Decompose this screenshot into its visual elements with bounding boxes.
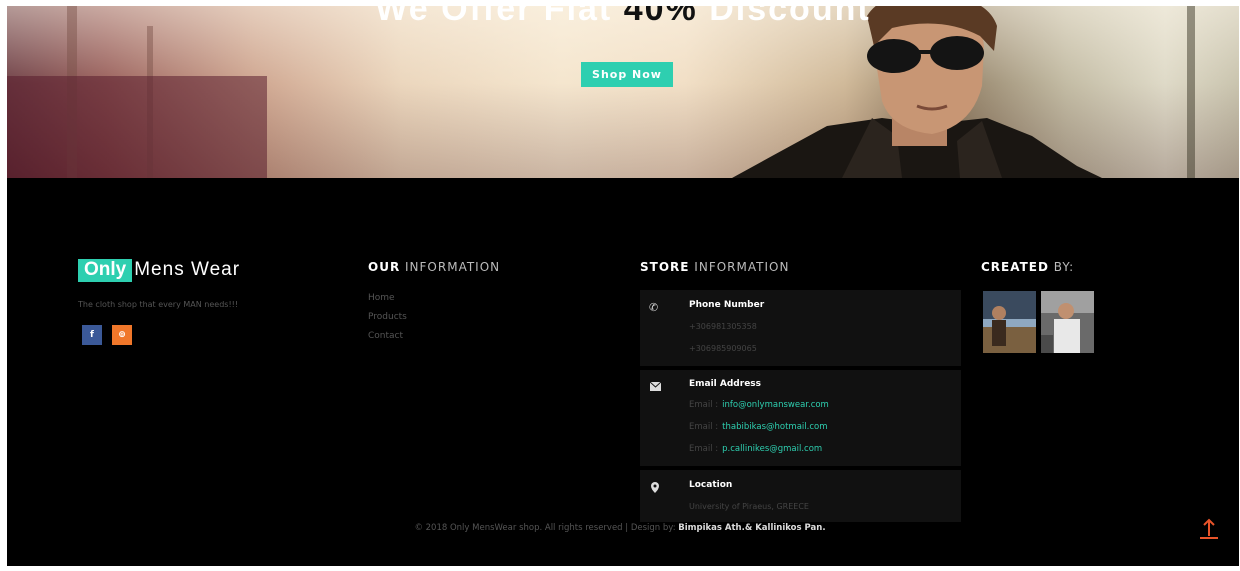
email-link[interactable]: p.callinikes@gmail.com	[722, 444, 822, 454]
background-post	[1187, 6, 1195, 178]
email-link[interactable]: info@onlymanswear.com	[722, 400, 829, 410]
creator-photo[interactable]	[983, 291, 1036, 353]
footer-logo[interactable]: Only Mens Wear	[78, 259, 241, 282]
hero-headline: We Offer Flat 40% Discount	[7, 6, 1239, 29]
logo-highlight: Only	[78, 259, 133, 282]
designer-credit[interactable]: Bimpikas Ath.& Kallinikos Pan.	[678, 523, 825, 533]
rss-icon[interactable]: ⊚	[112, 325, 132, 345]
email-prefix: Email :	[689, 400, 719, 410]
location-value: University of Piraeus, GREECE	[689, 502, 809, 511]
email-row: Email : p.callinikes@gmail.com	[689, 444, 822, 454]
footer-link-home[interactable]: Home	[368, 293, 395, 303]
hero-model-image	[732, 6, 1102, 178]
our-information-heading: OUR INFORMATION	[368, 260, 500, 274]
location-label: Location	[689, 480, 733, 490]
heading-bold: CREATED	[981, 260, 1049, 274]
heading-rest: BY:	[1053, 260, 1075, 274]
heading-rest: INFORMATION	[405, 260, 501, 274]
page-frame: We Offer Flat 40% Discount Shop Now Only…	[7, 6, 1239, 566]
heading-bold: STORE	[640, 260, 690, 274]
creator-photo[interactable]	[1041, 291, 1094, 353]
email-prefix: Email :	[689, 444, 719, 454]
email-label: Email Address	[689, 379, 762, 389]
email-row: Email : thabibikas@hotmail.com	[689, 422, 828, 432]
phone-label: Phone Number	[689, 300, 765, 310]
heading-bold: OUR	[368, 260, 401, 274]
hero-banner: We Offer Flat 40% Discount Shop Now	[7, 6, 1239, 178]
hero-headline-discount: 40%	[623, 6, 698, 28]
logo-text: Mens Wear	[134, 259, 241, 280]
store-information-heading: STORE INFORMATION	[640, 260, 789, 274]
phone-number[interactable]: +306981305358	[689, 322, 757, 331]
footer-link-contact[interactable]: Contact	[368, 331, 403, 341]
phone-icon: ✆	[649, 301, 659, 314]
copyright-text: © 2018 Only MensWear shop. All rights re…	[7, 523, 1239, 533]
email-link[interactable]: thabibikas@hotmail.com	[722, 422, 827, 432]
hero-headline-pre: We Offer Flat	[375, 6, 613, 28]
copyright-notice: © 2018 Only MensWear shop. All rights re…	[414, 523, 676, 533]
created-by-heading: CREATED BY:	[981, 260, 1074, 274]
background-train	[7, 76, 267, 178]
brand-tagline: The cloth shop that every MAN needs!!!	[78, 300, 239, 309]
envelope-icon	[650, 382, 661, 391]
phone-block: ✆ Phone Number +306981305358 +3069859090…	[640, 290, 961, 366]
phone-number[interactable]: +306985909065	[689, 344, 757, 353]
back-to-top-icon[interactable]	[1199, 518, 1219, 540]
footer-link-products[interactable]: Products	[368, 312, 407, 322]
hero-headline-post: Discount	[709, 6, 871, 28]
map-pin-icon	[651, 482, 659, 493]
facebook-icon[interactable]: f	[82, 325, 102, 345]
shop-now-button[interactable]: Shop Now	[581, 62, 673, 87]
location-block: Location University of Piraeus, GREECE	[640, 470, 961, 522]
email-row: Email : info@onlymanswear.com	[689, 400, 829, 410]
email-prefix: Email :	[689, 422, 719, 432]
email-block: Email Address Email : info@onlymanswear.c…	[640, 370, 961, 466]
heading-rest: INFORMATION	[694, 260, 790, 274]
